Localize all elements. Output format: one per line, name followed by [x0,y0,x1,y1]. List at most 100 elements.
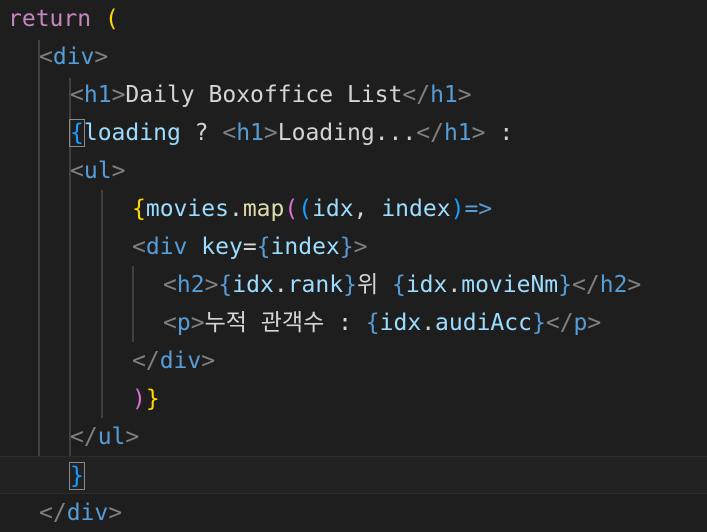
variable: index [381,196,451,222]
tag-name: ul [97,424,126,450]
tag-bracket: > [190,310,205,336]
tag-bracket: > [457,82,472,108]
code-line-1[interactable]: return ( [0,0,707,38]
tag-bracket: </ [416,120,444,146]
code-line-2[interactable]: <div> [0,38,707,76]
tag-bracket: </ [402,82,431,108]
token: . [447,272,462,298]
tag-name: h1 [236,120,264,146]
tag-name: h1 [430,82,458,108]
tag-name: h2 [176,272,205,298]
tag-name: div [145,234,188,260]
bracket: { [256,234,271,260]
tag-name: h2 [599,272,628,298]
bracket: } [343,272,357,298]
tag-bracket: > [353,234,368,260]
code-line-7[interactable]: <div key={index}> [0,228,707,266]
operator: ? [180,120,223,146]
attribute-name: key [201,234,243,260]
token: . [228,196,243,222]
tag-bracket: < [70,158,84,184]
tag-bracket: > [94,44,109,70]
code-line-3[interactable]: <h1>Daily Boxoffice List</h1> [0,76,707,114]
code-line-4[interactable]: {loading ? <h1>Loading...</h1> : [0,114,707,152]
keyword-return: return [8,6,92,32]
bracket: ( [298,196,313,222]
code-editor[interactable]: return ( <div> <h1>Daily Boxoffice List<… [0,0,707,531]
token: . [273,272,288,298]
tag-bracket: > [627,272,642,298]
tag-bracket: </ [70,424,98,450]
code-line-5[interactable]: <ul> [0,152,707,190]
code-line-9[interactable]: <p>누적 관객수 : {idx.audiAcc}</p> [0,304,707,342]
code-line-11[interactable]: )} [0,380,707,418]
bracket: { [69,119,85,147]
bracket: { [132,196,146,222]
tag-bracket: </ [572,272,600,298]
tag-bracket: > [125,424,140,450]
tag-bracket: > [471,120,486,146]
tag-name: ul [83,158,112,184]
function-name: map [242,196,285,222]
tag-bracket: > [587,310,602,336]
variable: index [270,234,340,260]
bracket: { [218,272,233,298]
variable: movieNm [461,272,559,298]
variable: loading [83,120,181,146]
token: , [353,196,382,222]
code-line-10[interactable]: </div> [0,342,707,380]
tag-bracket: < [222,120,237,146]
tag-name: div [52,44,95,70]
tag-bracket: < [163,272,177,298]
code-line-6[interactable]: {movies.map((idx, index)=> [0,190,707,228]
tag-bracket: > [204,272,219,298]
text-content: 위 [356,272,392,298]
tag-name: div [66,500,109,526]
tag-bracket: > [263,120,278,146]
bracket: { [391,272,406,298]
tag-bracket: > [111,82,126,108]
token: . [421,310,436,336]
tag-bracket: > [111,158,126,184]
code-line-8[interactable]: <h2>{idx.rank}위 {idx.movieNm}</h2> [0,266,707,304]
token: = [242,234,257,260]
tag-bracket: < [132,234,146,260]
tag-bracket: </ [545,310,574,336]
variable: idx [232,272,274,298]
arrow-operator: => [464,196,493,222]
variable: audiAcc [435,310,532,336]
text-content: Daily Boxoffice List [125,82,403,108]
bracket: } [339,234,354,260]
bracket: } [558,272,573,298]
variable: movies [145,196,229,222]
variable: idx [405,272,448,298]
tag-bracket: > [108,500,123,526]
tag-bracket: </ [132,348,160,374]
tag-bracket: < [39,44,53,70]
operator: : [485,120,514,146]
code-line-14[interactable]: </div> [0,494,707,532]
bracket: ) [132,386,146,412]
bracket: ) [450,196,465,222]
tag-name: h1 [443,120,472,146]
bracket: } [531,310,546,336]
code-line-12[interactable]: </ul> [0,418,707,456]
variable: rank [287,272,344,298]
text-content: Loading... [277,120,417,146]
bracket: { [365,310,380,336]
code-line-13-current[interactable]: } [0,456,707,494]
bracket: } [145,386,160,412]
tag-name: p [176,310,191,336]
tag-name: div [159,348,202,374]
tag-bracket: > [201,348,216,374]
tag-bracket: < [70,82,84,108]
tag-bracket: < [163,310,177,336]
bracket: ( [104,6,119,32]
variable: idx [379,310,422,336]
bracket: ( [284,196,299,222]
tag-name: p [573,310,588,336]
tag-name: h1 [83,82,112,108]
tag-bracket: </ [39,500,67,526]
